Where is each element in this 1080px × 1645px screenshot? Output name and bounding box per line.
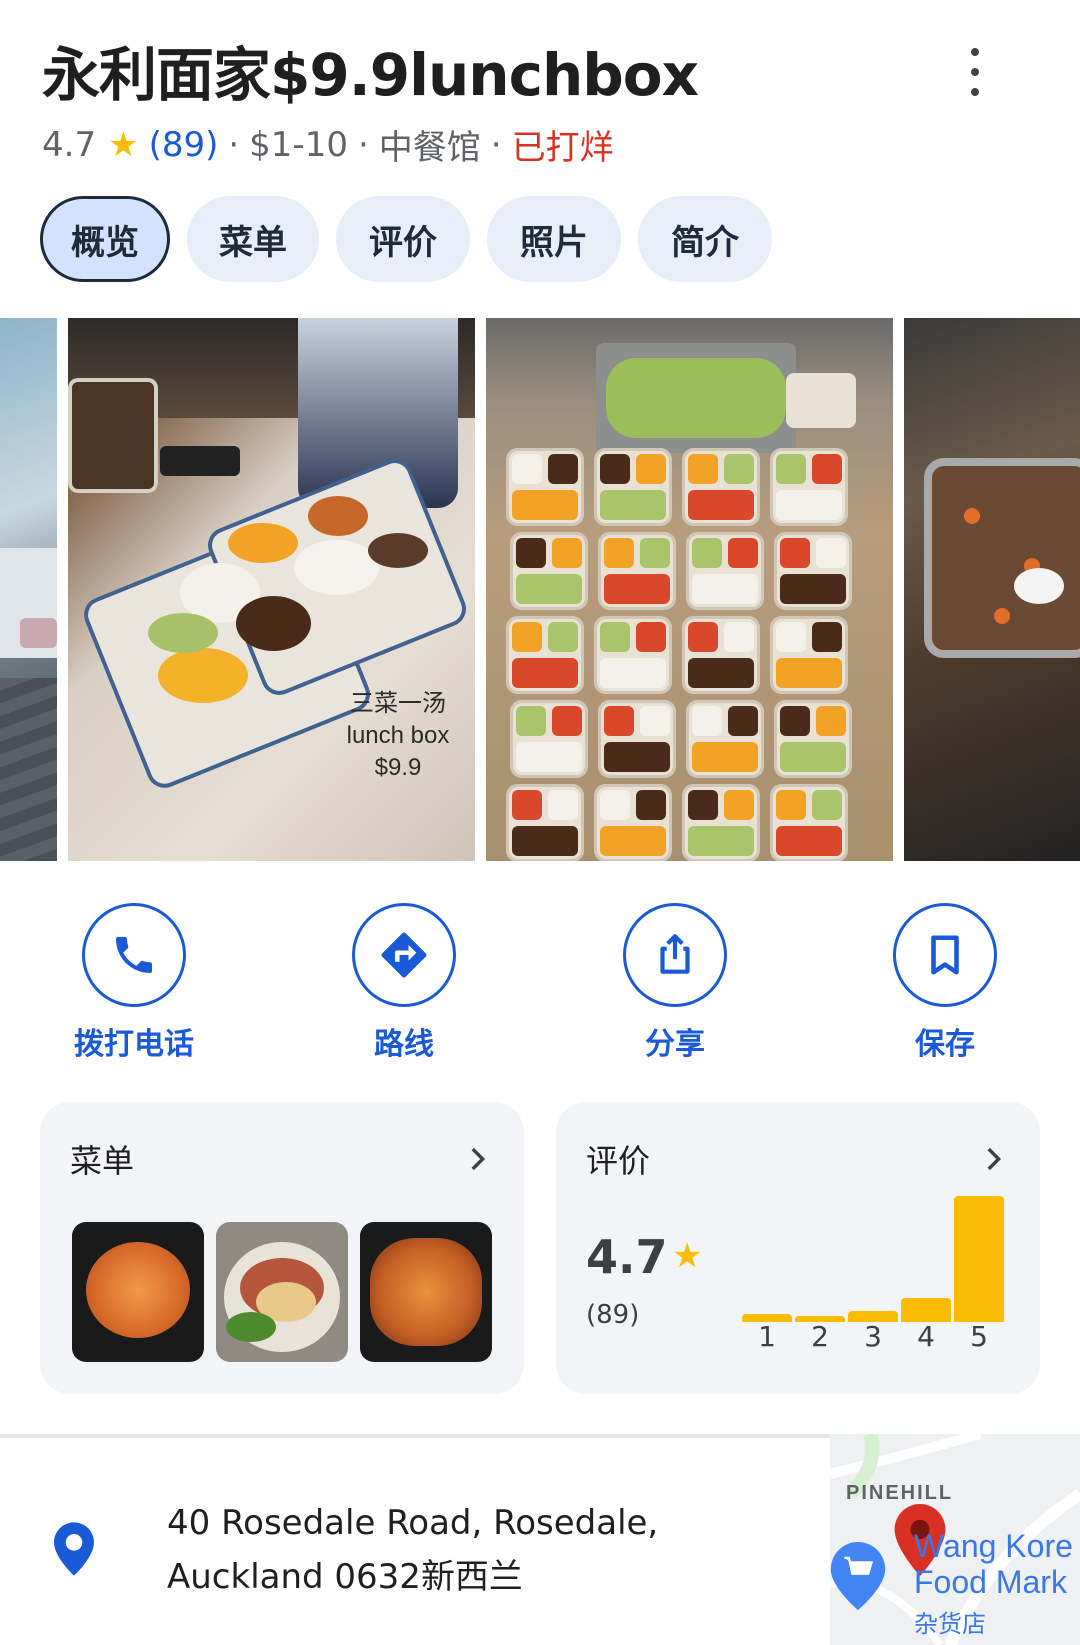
map-place-line: Wang Kore (914, 1528, 1073, 1564)
takeaway-box (594, 616, 672, 694)
tab-menu[interactable]: 菜单 (187, 196, 319, 282)
save-action[interactable]: 保存 (845, 903, 1045, 1063)
takeaway-box (506, 448, 584, 526)
separator: · (228, 124, 240, 165)
takeaway-box (594, 448, 672, 526)
caption-line: $9.9 (374, 754, 422, 781)
directions-action[interactable]: 路线 (304, 903, 504, 1063)
share-icon (660, 934, 690, 974)
menu-card-title: 菜单 (70, 1142, 135, 1180)
reviews-rating: 4.7 (586, 1230, 668, 1284)
tab-reviews[interactable]: 评价 (336, 196, 470, 282)
divider (0, 1434, 830, 1438)
rating-bar-4 (901, 1298, 951, 1322)
grocery-marker-icon (830, 1542, 886, 1610)
open-status: 已打烊 (511, 128, 614, 168)
bookmark-icon (931, 935, 959, 975)
map-area-label: PINEHILL (846, 1482, 954, 1504)
place-meta: 4.7 ★ (89) · $1-10 · 中餐馆 · 已打烊 (42, 120, 614, 169)
photo-caption: 三菜一汤 lunch box $9.9 (318, 688, 475, 784)
tab-overview[interactable]: 概览 (40, 196, 170, 282)
reviews-card-title: 评价 (586, 1142, 651, 1180)
takeaway-box (510, 532, 588, 610)
save-button[interactable] (893, 903, 997, 1007)
menu-thumbnail[interactable] (360, 1222, 492, 1362)
takeaway-box (686, 532, 764, 610)
reviews-card[interactable]: 评价 4.7 ★ (89) 1 2 3 4 5 (556, 1102, 1040, 1394)
rating-value: 4.7 (42, 124, 97, 165)
separator: · (357, 124, 369, 165)
photo-storefront[interactable] (0, 318, 57, 861)
call-label: 拨打电话 (74, 1027, 194, 1062)
share-action[interactable]: 分享 (575, 903, 775, 1063)
save-label: 保存 (915, 1027, 975, 1062)
takeaway-box (686, 700, 764, 778)
call-action[interactable]: 拨打电话 (34, 903, 234, 1063)
takeaway-box (770, 448, 848, 526)
more-options-icon[interactable] (960, 48, 990, 96)
directions-icon (381, 932, 427, 978)
rating-bar-label: 1 (758, 1320, 776, 1353)
star-icon: ★ (672, 1236, 703, 1276)
share-button[interactable] (623, 903, 727, 1007)
map-place-name: Wang Kore Food Mark (914, 1528, 1073, 1600)
chevron-right-icon[interactable] (976, 1142, 1010, 1176)
rating-bar-label: 3 (864, 1320, 882, 1353)
tab-photos[interactable]: 照片 (487, 196, 621, 282)
call-button[interactable] (82, 903, 186, 1007)
reviews-count: (89) (586, 1300, 640, 1330)
category-label: 中餐馆 (378, 128, 481, 168)
tab-bar: 概览 菜单 评价 照片 简介 (40, 196, 772, 282)
rating-bar-5 (954, 1196, 1004, 1322)
rating-bar-label: 4 (917, 1320, 935, 1353)
takeaway-box (510, 700, 588, 778)
rating-bar-label: 5 (970, 1320, 988, 1353)
map-place-category: 杂货店 (914, 1610, 986, 1638)
takeaway-box (682, 616, 760, 694)
directions-button[interactable] (352, 903, 456, 1007)
review-count-link[interactable]: (89) (149, 125, 219, 165)
share-label: 分享 (645, 1027, 705, 1062)
takeaway-box (682, 448, 760, 526)
map-preview[interactable]: PINEHILL Wang Kore Food Mark 杂货店 (830, 1434, 1080, 1645)
takeaway-box (598, 700, 676, 778)
tab-about[interactable]: 简介 (638, 196, 772, 282)
takeaway-box (506, 616, 584, 694)
directions-label: 路线 (374, 1027, 434, 1062)
location-pin-icon (54, 1522, 94, 1576)
photo-lunchbox-trays[interactable]: 三菜一汤 lunch box $9.9 (68, 318, 475, 861)
takeaway-box (682, 784, 760, 861)
phone-icon (116, 937, 152, 973)
caption-line: lunch box (346, 722, 450, 749)
menu-thumbnail[interactable] (216, 1222, 348, 1362)
takeaway-box (774, 532, 852, 610)
menu-card[interactable]: 菜单 (40, 1102, 524, 1394)
address-line-1: 40 Rosedale Road, Rosedale, (167, 1503, 659, 1543)
place-title: 永利面家$9.9lunchbox (42, 41, 699, 109)
photo-hot-food[interactable] (904, 318, 1080, 861)
star-icon: ★ (108, 124, 139, 165)
map-place-line: Food Mark (914, 1564, 1067, 1600)
menu-thumbnail[interactable] (72, 1222, 204, 1362)
takeaway-box (506, 784, 584, 861)
takeaway-box (774, 700, 852, 778)
address-text[interactable]: 40 Rosedale Road, Rosedale, Auckland 063… (167, 1496, 658, 1604)
takeaway-box (594, 784, 672, 861)
address-line-2: Auckland 0632新西兰 (167, 1557, 523, 1597)
separator: · (490, 124, 502, 165)
price-range: $1-10 (249, 124, 348, 165)
takeaway-box (598, 532, 676, 610)
caption-line: 三菜一汤 (350, 690, 446, 717)
takeaway-box (770, 784, 848, 861)
takeaway-box (770, 616, 848, 694)
rating-bar-label: 2 (811, 1320, 829, 1353)
photo-takeaway-boxes[interactable] (486, 318, 893, 861)
chevron-right-icon[interactable] (460, 1142, 494, 1176)
